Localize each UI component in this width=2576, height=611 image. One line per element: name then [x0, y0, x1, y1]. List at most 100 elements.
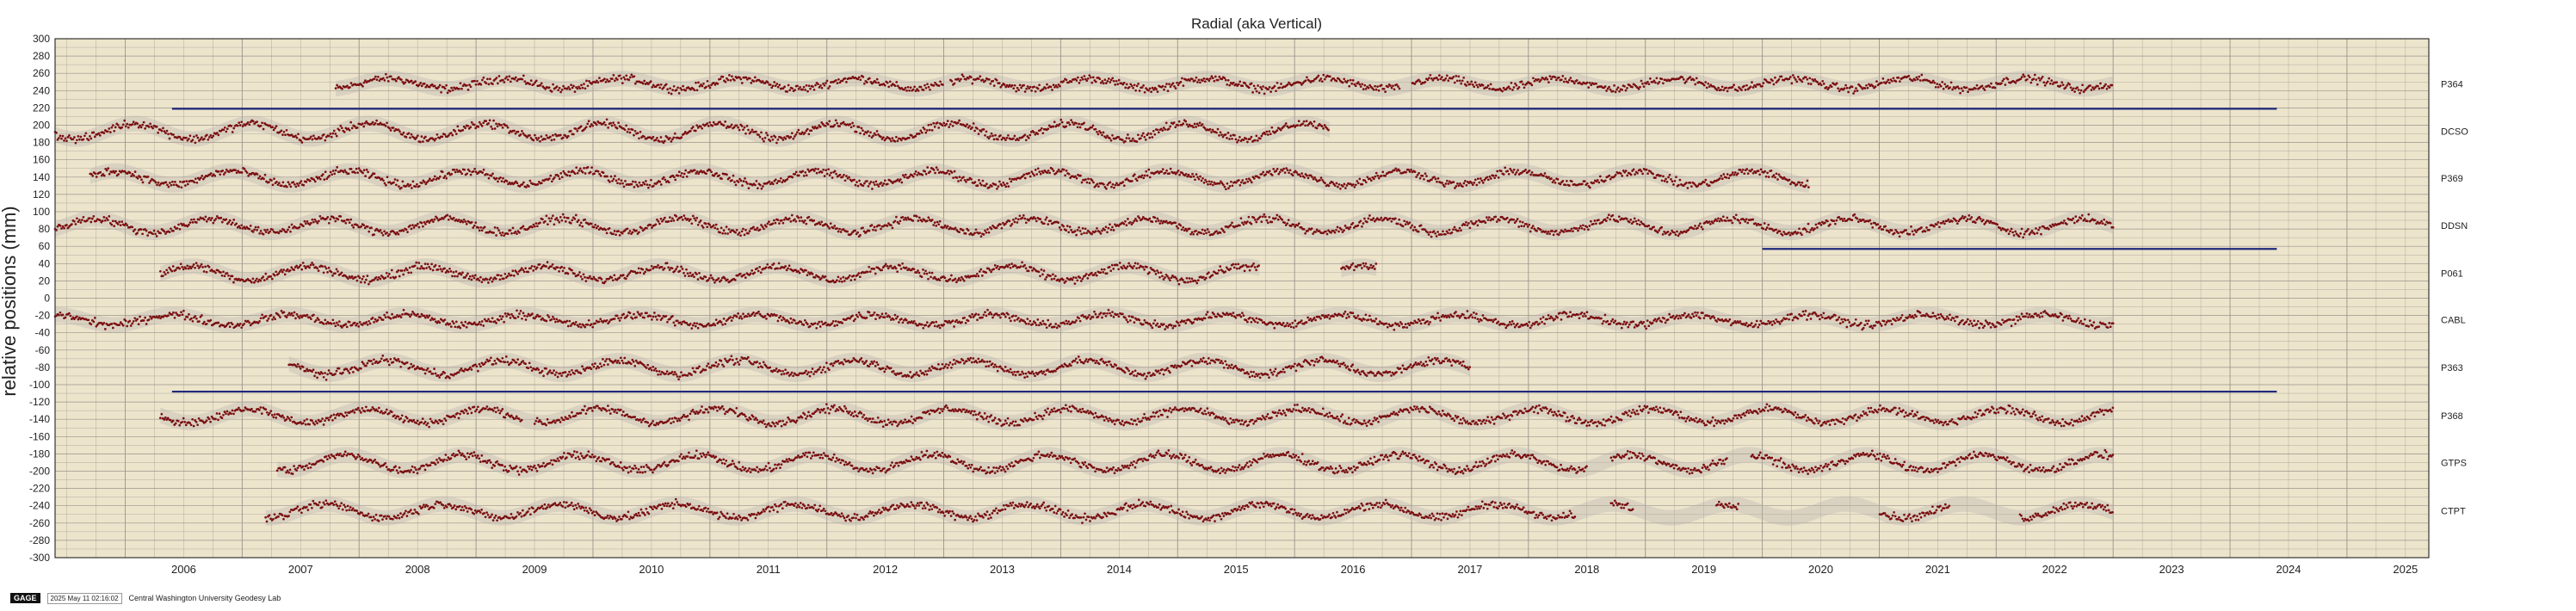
data-point: [1813, 78, 1816, 81]
data-point: [484, 225, 486, 228]
data-point: [226, 127, 229, 130]
data-point: [422, 225, 424, 228]
data-point: [492, 231, 495, 234]
data-point: [689, 130, 692, 133]
data-point: [697, 82, 700, 84]
data-point: [1615, 91, 1617, 94]
data-point: [660, 218, 663, 220]
data-point: [615, 233, 617, 236]
data-point: [1249, 179, 1251, 182]
data-point: [701, 127, 703, 130]
data-point: [1793, 77, 1795, 79]
data-point: [1240, 182, 1243, 184]
data-point: [962, 75, 965, 77]
data-point: [1066, 78, 1068, 81]
data-point: [1640, 80, 1643, 83]
data-point: [958, 120, 961, 122]
data-point: [965, 78, 967, 81]
data-point: [382, 179, 385, 182]
data-point: [991, 135, 994, 138]
data-point: [125, 125, 127, 127]
data-point: [1112, 183, 1115, 186]
data-point: [264, 174, 267, 176]
data-point: [1259, 138, 1262, 140]
data-point: [1269, 90, 1272, 93]
data-point: [2079, 92, 2081, 95]
data-point: [130, 175, 133, 177]
data-point: [937, 127, 940, 129]
data-point: [495, 123, 497, 126]
data-point: [436, 217, 439, 219]
data-point: [817, 168, 819, 170]
data-point: [1974, 88, 1977, 90]
data-point: [1164, 128, 1166, 131]
data-point: [443, 133, 446, 136]
data-point: [764, 137, 767, 139]
data-point: [395, 184, 398, 187]
data-point: [81, 219, 83, 221]
data-point: [1274, 85, 1276, 88]
data-point: [166, 183, 169, 186]
data-point: [2098, 88, 2101, 90]
data-point: [1092, 124, 1095, 127]
data-point: [768, 220, 770, 223]
data-point: [1096, 183, 1099, 186]
data-point: [1550, 177, 1553, 180]
data-point: [405, 136, 408, 139]
data-point: [1004, 83, 1006, 86]
data-point: [120, 224, 122, 226]
data-point: [1589, 82, 1591, 84]
data-point: [99, 134, 102, 137]
data-point: [415, 185, 417, 188]
data-point: [1307, 177, 1310, 180]
data-point: [1149, 87, 1152, 89]
data-point: [1038, 83, 1041, 86]
data-point: [1506, 170, 1509, 172]
data-point: [418, 185, 421, 188]
data-point: [975, 228, 978, 231]
data-point: [700, 219, 702, 222]
data-point: [450, 132, 453, 134]
data-point: [490, 126, 492, 128]
data-point: [821, 87, 824, 89]
data-point: [1022, 84, 1025, 87]
data-point: [500, 124, 503, 127]
data-point: [1661, 77, 1664, 80]
data-point: [808, 84, 811, 87]
data-point: [232, 219, 235, 221]
data-point: [817, 127, 819, 129]
data-point: [286, 231, 288, 233]
data-point: [1258, 176, 1261, 179]
data-point: [889, 138, 892, 140]
data-point: [352, 226, 355, 229]
data-point: [905, 219, 908, 221]
data-point: [1886, 81, 1888, 83]
data-point: [1090, 127, 1093, 129]
data-point: [361, 85, 364, 88]
data-point: [1750, 86, 1752, 89]
data-point: [924, 170, 926, 173]
data-point: [552, 83, 554, 86]
data-point: [1509, 88, 1511, 90]
data-point: [970, 178, 973, 181]
data-point: [120, 127, 123, 129]
data-point: [1344, 183, 1346, 186]
data-point: [169, 138, 171, 140]
data-point: [894, 140, 897, 143]
data-point: [1182, 226, 1184, 229]
data-point: [926, 129, 929, 132]
data-point: [139, 176, 142, 178]
data-point: [842, 176, 844, 178]
data-point: [521, 78, 523, 81]
data-point: [1202, 77, 1205, 80]
data-point: [720, 177, 723, 180]
data-point: [392, 182, 395, 184]
data-point: [197, 137, 200, 139]
data-point: [1063, 169, 1066, 171]
data-point: [824, 84, 826, 87]
data-point: [1357, 81, 1360, 83]
data-point: [883, 182, 886, 185]
data-point: [349, 121, 352, 124]
data-point: [1442, 230, 1444, 232]
data-point: [1449, 229, 1451, 231]
